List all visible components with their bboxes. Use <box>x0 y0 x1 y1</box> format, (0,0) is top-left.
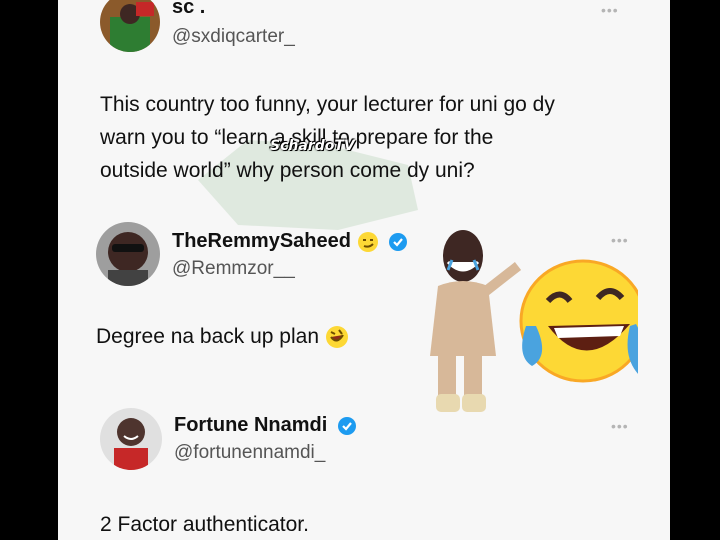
tweet-text: Degree na back up plan <box>96 320 416 353</box>
display-name[interactable]: sc . <box>172 0 205 19</box>
tweet-text-line: outside world” why person come dy uni? <box>100 159 475 182</box>
user-handle[interactable]: @Remmzor__ <box>172 258 295 280</box>
display-name[interactable]: Fortune Nnamdi <box>174 414 357 437</box>
tweet-text-line: warn you to “learn a skill to prepare fo… <box>100 126 494 149</box>
user-handle[interactable]: @sxdiqcarter_ <box>172 26 295 48</box>
avatar-image <box>100 408 162 470</box>
smirk-face-icon <box>357 231 378 252</box>
dancing-boy-sticker-icon <box>430 230 522 412</box>
tweet-text: This country too funny, your lecturer fo… <box>100 88 660 187</box>
tweet-text-line: This country too funny, your lecturer fo… <box>100 93 555 116</box>
laughing-face <box>519 259 638 383</box>
avatar[interactable] <box>100 0 160 52</box>
laughing-emoji-sticker-icon <box>430 230 638 412</box>
tweet-text: 2 Factor authenticator. <box>100 513 309 536</box>
tweet-1[interactable]: sc . @sxdiqcarter_ ••• This country too … <box>58 0 670 200</box>
tweet-feed: sc . @sxdiqcarter_ ••• This country too … <box>58 0 670 540</box>
right-letterbox <box>670 0 720 540</box>
avatar-image <box>100 0 160 52</box>
user-handle[interactable]: @fortunennamdi_ <box>174 442 325 464</box>
avatar[interactable] <box>96 222 160 286</box>
avatar[interactable] <box>100 408 162 470</box>
display-name-text: TheRemmySaheed <box>172 230 351 252</box>
display-name-text: Fortune Nnamdi <box>174 414 328 436</box>
verified-badge-icon <box>389 232 408 251</box>
more-options-icon[interactable]: ••• <box>601 2 619 18</box>
verified-badge-icon <box>337 416 356 435</box>
rofl-icon <box>325 326 348 349</box>
watermark-text: SchardoTV <box>270 138 355 154</box>
tweet-text-content: Degree na back up plan <box>96 325 319 348</box>
left-letterbox <box>0 0 58 540</box>
display-name[interactable]: TheRemmySaheed <box>172 230 408 253</box>
avatar-image <box>96 222 160 286</box>
